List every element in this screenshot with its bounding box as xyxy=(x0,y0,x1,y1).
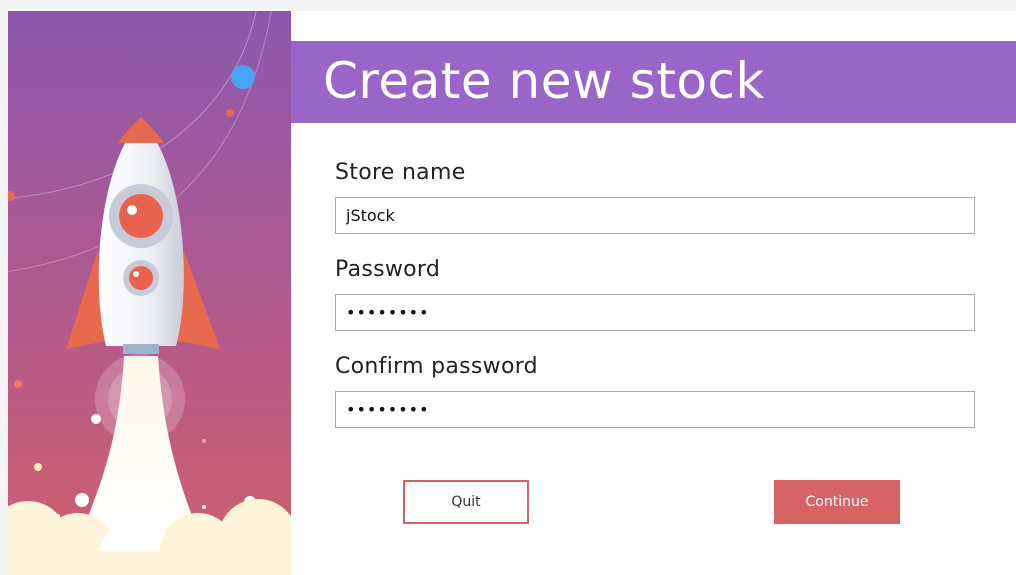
store-name-input[interactable] xyxy=(335,197,975,234)
store-name-label: Store name xyxy=(335,160,466,185)
app-window: Create new stock Store name Password Con… xyxy=(0,0,1016,575)
password-input[interactable] xyxy=(335,294,975,331)
rocket-illustration-panel xyxy=(8,11,291,575)
page-title: Create new stock xyxy=(323,52,765,110)
continue-button[interactable]: Continue xyxy=(774,480,900,524)
create-stock-form-panel: Create new stock Store name Password Con… xyxy=(291,11,1016,575)
rocket-launch-icon xyxy=(8,11,291,575)
header-bar: Create new stock xyxy=(291,41,1016,123)
confirm-password-input[interactable] xyxy=(335,391,975,428)
quit-button[interactable]: Quit xyxy=(403,480,529,524)
confirm-password-label: Confirm password xyxy=(335,354,538,379)
password-label: Password xyxy=(335,257,441,282)
